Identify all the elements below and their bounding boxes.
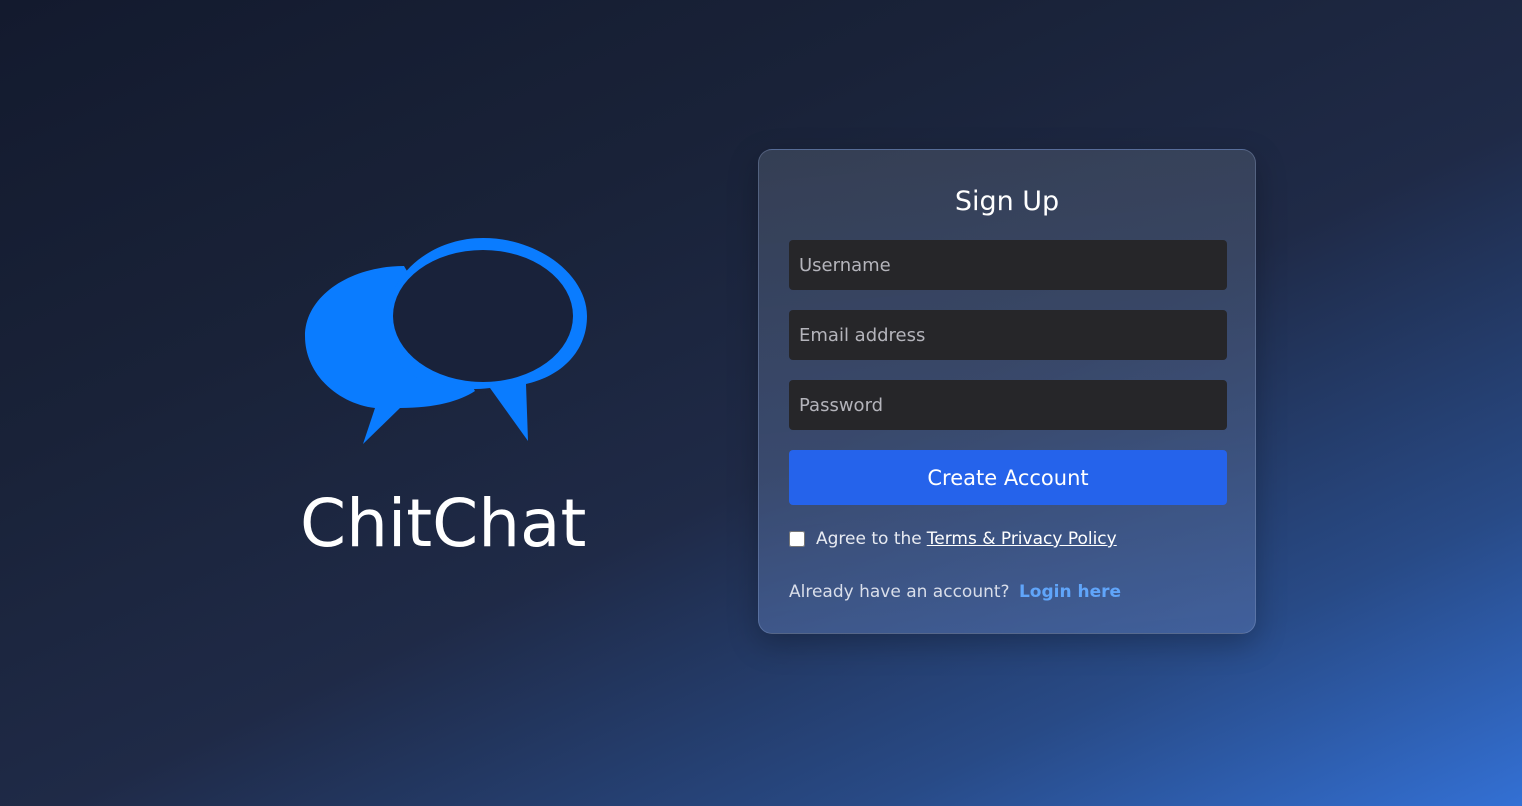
terms-checkbox[interactable] (789, 531, 805, 547)
email-input[interactable] (789, 310, 1227, 360)
app-name: ChitChat (300, 485, 587, 562)
login-link[interactable]: Login here (1019, 582, 1121, 602)
password-input[interactable] (789, 380, 1227, 430)
brand: ChitChat (300, 236, 600, 566)
terms-agreement: Agree to the Terms & Privacy Policy (789, 525, 1117, 553)
signup-card: Sign Up Create Account Agree to the Term… (758, 149, 1256, 634)
create-account-button[interactable]: Create Account (789, 450, 1227, 505)
agree-label: Agree to the (816, 529, 922, 549)
login-prompt: Already have an account? (789, 582, 1010, 602)
login-prompt-row: Already have an account? Login here (789, 582, 1121, 602)
username-input[interactable] (789, 240, 1227, 290)
terms-privacy-link[interactable]: Terms & Privacy Policy (927, 529, 1117, 549)
chat-bubbles-icon (305, 238, 587, 444)
signup-title: Sign Up (954, 186, 1060, 217)
